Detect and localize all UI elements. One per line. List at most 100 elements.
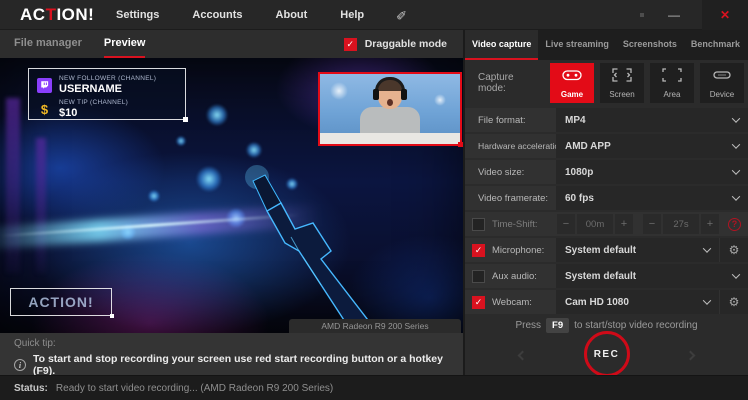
menu-about[interactable]: About [276, 9, 308, 21]
file-format-value: MP4 [565, 115, 586, 126]
mode-screen-button[interactable]: Screen [600, 63, 644, 103]
check-icon: ✓ [346, 39, 354, 50]
device-icon [712, 68, 732, 87]
status-label: Status: [14, 383, 48, 394]
menu-help[interactable]: Help [340, 9, 364, 21]
tab-live-streaming[interactable]: Live streaming [538, 30, 616, 60]
file-format-row: File format: MP4 [465, 108, 748, 132]
aux-audio-select[interactable]: System default [556, 264, 748, 288]
minimize-button[interactable]: — [668, 0, 680, 30]
webcam-checkbox[interactable]: ✓ [472, 296, 485, 309]
status-text: Ready to start video recording... (AMD R… [56, 383, 333, 394]
next-arrow-icon[interactable] [686, 351, 696, 361]
video-framerate-select[interactable]: 60 fps [556, 186, 748, 210]
draggable-mode-toggle[interactable]: ✓ Draggable mode [344, 30, 447, 58]
watermark-text: ACTION! [28, 294, 93, 310]
follower-caption: NEW FOLLOWER (CHANNEL) [59, 75, 156, 83]
mode-area-label: Area [664, 90, 681, 99]
status-bar: Status: Ready to start video recording..… [0, 375, 748, 400]
mode-game-label: Game [561, 90, 583, 99]
tab-video-capture[interactable]: Video capture [465, 30, 538, 60]
settings-rows: File format: MP4 Hardware acceleration: … [465, 108, 748, 316]
chevron-down-icon [732, 270, 740, 278]
file-format-label: File format: [478, 115, 526, 126]
time-shift-row: Time-Shift: − 00m + − 27s + ? [465, 212, 748, 236]
webcam-value: Cam HD 1080 [565, 297, 629, 308]
brush-icon[interactable]: ✎ [395, 10, 411, 21]
tip-amount: $10 [59, 107, 128, 119]
preview-tab-bar: File manager Preview ✓ Draggable mode [0, 30, 463, 58]
mode-device-label: Device [710, 90, 734, 99]
hardware-acceleration-label: Hardware acceleration: [478, 141, 566, 151]
window-controls: — ✕ [640, 0, 748, 30]
mode-area-button[interactable]: Area [650, 63, 694, 103]
titlebar: ACTION! Settings Accounts About Help ✎ —… [0, 0, 748, 30]
aux-audio-label: Aux audio: [492, 271, 537, 282]
tab-file-manager[interactable]: File manager [14, 30, 82, 58]
stream-widget-overlay[interactable]: NEW FOLLOWER (CHANNEL) USERNAME $ NEW TI… [28, 68, 186, 120]
quick-tip-title: Quick tip: [14, 338, 449, 349]
tab-screenshots[interactable]: Screenshots [616, 30, 684, 60]
file-format-select[interactable]: MP4 [556, 108, 748, 132]
menu-settings[interactable]: Settings [116, 9, 159, 21]
minutes-plus-button[interactable]: + [615, 214, 633, 234]
webcam-label: Webcam: [492, 297, 532, 308]
watermark-resize-handle[interactable] [110, 314, 114, 318]
hotkey-press: Press [515, 320, 541, 331]
video-size-select[interactable]: 1080p [556, 160, 748, 184]
mode-device-button[interactable]: Device [700, 63, 744, 103]
video-framerate-label: Video framerate: [478, 193, 548, 204]
tab-benchmark[interactable]: Benchmark [684, 30, 747, 60]
mode-game-button[interactable]: Game [550, 63, 594, 103]
minutes-value: 00m [577, 214, 613, 234]
menu-accounts[interactable]: Accounts [192, 9, 242, 21]
prev-arrow-icon[interactable] [518, 351, 528, 361]
capture-mode-section: Capture mode: Game Screen Area [465, 60, 748, 106]
capture-tab-bar: Video capture Live streaming Screenshots… [465, 30, 748, 60]
hardware-acceleration-select[interactable]: AMD APP [556, 134, 748, 158]
chevron-down-icon [732, 166, 740, 174]
window-dot-icon [640, 13, 644, 17]
tab-preview[interactable]: Preview [104, 30, 146, 58]
webcam-person [354, 79, 426, 135]
preview-panel: File manager Preview ✓ Draggable mode [0, 30, 463, 375]
chevron-down-icon [732, 192, 740, 200]
rec-button[interactable]: REC [584, 331, 630, 377]
weapon-silhouette [195, 157, 405, 333]
main-menu: Settings Accounts About Help ✎ [116, 0, 408, 30]
time-shift-label: Time-Shift: [492, 219, 538, 230]
webcam-select[interactable]: Cam HD 1080 [556, 290, 719, 314]
area-icon [662, 68, 682, 87]
close-button[interactable]: ✕ [702, 0, 748, 30]
quick-tip-text: To start and stop recording your screen … [33, 353, 449, 377]
webcam-gear-button[interactable]: ⚙ [720, 290, 748, 314]
info-icon: i [14, 359, 26, 371]
seconds-plus-button[interactable]: + [701, 214, 719, 234]
time-shift-checkbox[interactable] [472, 218, 485, 231]
resize-handle[interactable] [183, 117, 188, 122]
logo-post: ION! [56, 5, 94, 24]
aux-audio-checkbox[interactable] [472, 270, 485, 283]
app-logo: ACTION! [20, 5, 94, 25]
logo-accent: T [46, 5, 57, 24]
check-icon: ✓ [475, 297, 483, 308]
action-app-window: ACTION! Settings Accounts About Help ✎ —… [0, 0, 748, 400]
check-icon: ✓ [475, 245, 483, 256]
video-size-value: 1080p [565, 167, 593, 178]
quick-tip: Quick tip: i To start and stop recording… [0, 333, 463, 375]
webcam-overlay[interactable] [318, 72, 462, 146]
microphone-value: System default [565, 245, 636, 256]
help-icon[interactable]: ? [728, 218, 741, 231]
microphone-select[interactable]: System default [556, 238, 719, 262]
draggable-mode-checkbox[interactable]: ✓ [344, 38, 357, 51]
microphone-checkbox[interactable]: ✓ [472, 244, 485, 257]
watermark-overlay[interactable]: ACTION! [10, 288, 112, 316]
hotkey-suffix: to start/stop video recording [574, 320, 697, 331]
microphone-gear-button[interactable]: ⚙ [720, 238, 748, 262]
minutes-minus-button[interactable]: − [557, 214, 575, 234]
chevron-down-icon [732, 140, 740, 148]
seconds-minus-button[interactable]: − [643, 214, 661, 234]
time-shift-steppers: − 00m + − 27s + ? [555, 212, 748, 236]
follower-name: USERNAME [59, 83, 156, 95]
game-preview: NEW FOLLOWER (CHANNEL) USERNAME $ NEW TI… [0, 58, 463, 333]
